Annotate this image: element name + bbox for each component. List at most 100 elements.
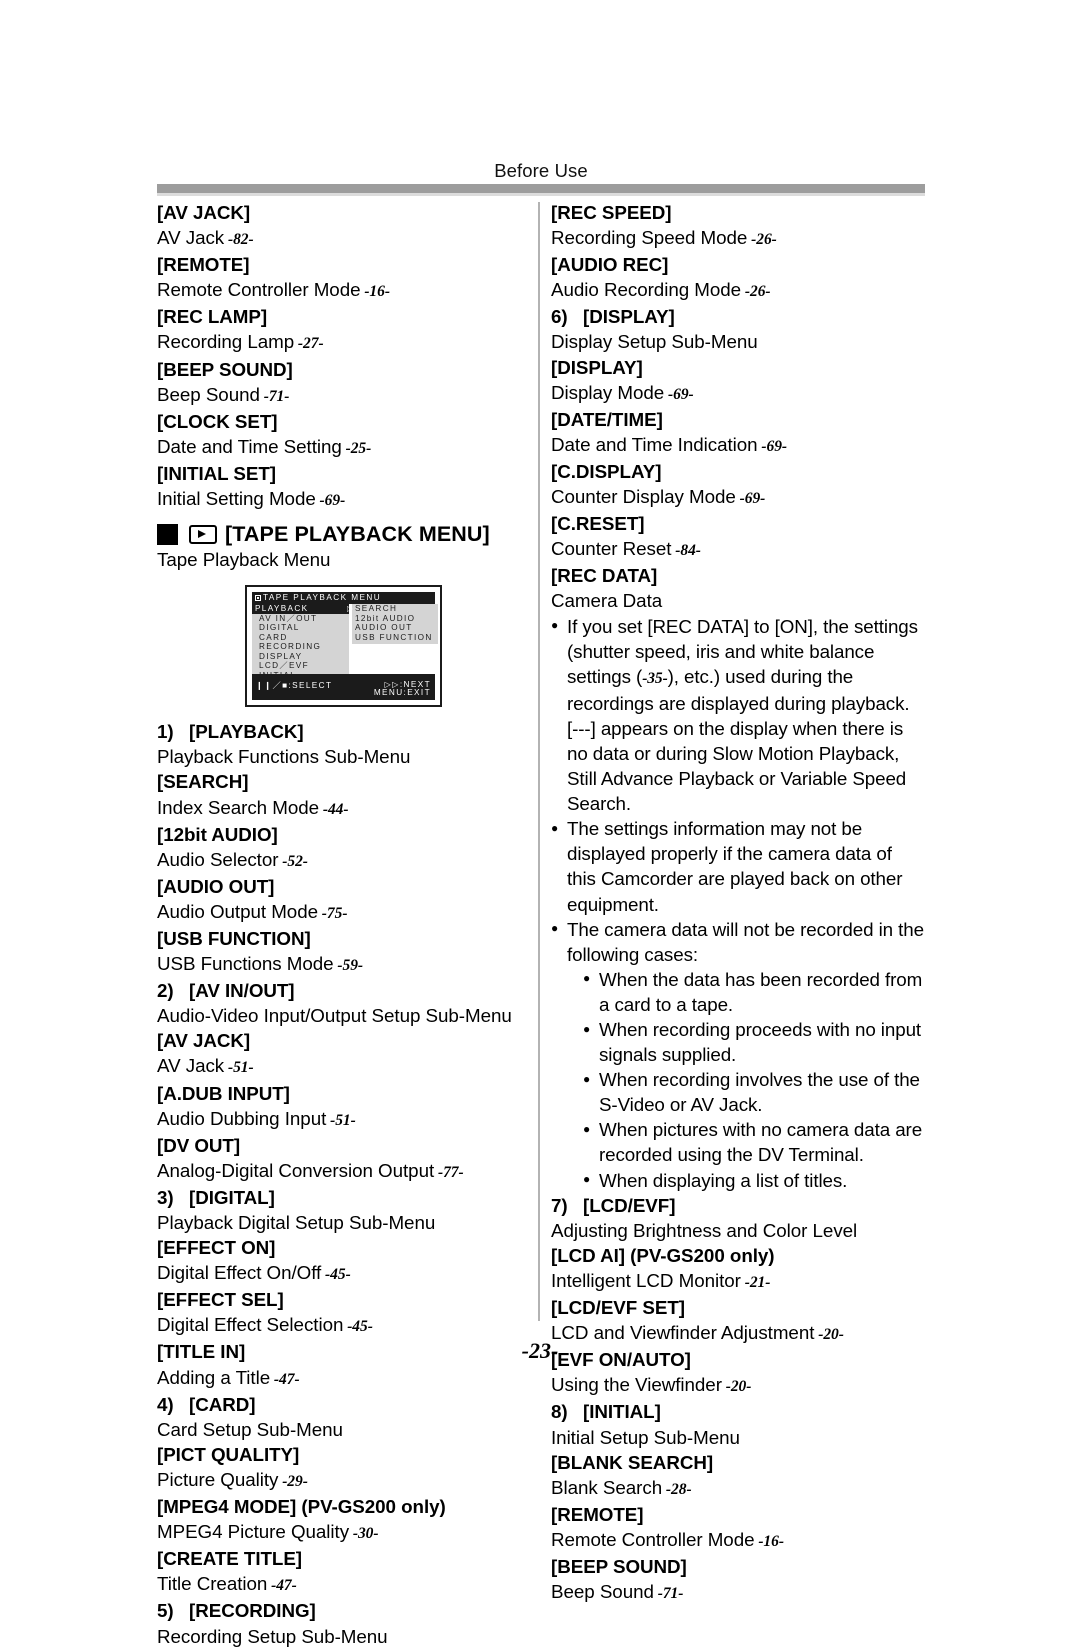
- menu-description-text: Digital Effect On/Off: [157, 1262, 322, 1284]
- menu-description: Playback Digital Setup Sub-Menu: [157, 1210, 529, 1235]
- menu-term-label: [A.DUB INPUT]: [157, 1082, 290, 1104]
- menu-description: Beep Sound -71-: [551, 1579, 925, 1606]
- menu-term-label: [INITIAL]: [583, 1401, 661, 1423]
- menu-term-label: [EFFECT SEL]: [157, 1289, 284, 1311]
- menu-description-text: Audio Selector: [157, 848, 279, 870]
- menu-left-item[interactable]: CARD: [252, 633, 349, 643]
- menu-term: [EFFECT ON]: [157, 1235, 529, 1260]
- menu-description: Audio Output Mode -75-: [157, 899, 529, 926]
- note-sub-bullet: When the data has been recorded from a c…: [583, 966, 925, 1017]
- menu-left-item[interactable]: DIGITAL: [252, 623, 349, 633]
- section-title: [TAPE PLAYBACK MENU]: [225, 522, 490, 547]
- menu-term-number: 1): [157, 721, 174, 743]
- page-reference: -69-: [757, 437, 788, 455]
- menu-term-label: [AV JACK]: [157, 202, 251, 223]
- camcorder-menu-screenshot: TAPE PLAYBACK MENU PLAYBACK AV IN／OUT DIGI…: [245, 585, 442, 708]
- note-sub-bullet: When pictures with no camera data are re…: [583, 1117, 925, 1167]
- menu-description-text: MPEG4 Picture Quality: [157, 1521, 350, 1543]
- menu-term-number: 8): [551, 1401, 568, 1423]
- menu-title-bar: TAPE PLAYBACK MENU: [252, 592, 435, 605]
- menu-left-item[interactable]: RECORDING: [252, 642, 349, 652]
- note-sub-bullet: When displaying a list of titles.: [583, 1167, 925, 1193]
- menu-description-text: Beep Sound: [551, 1581, 654, 1603]
- page-reference: -16-: [360, 283, 390, 301]
- page-reference: -69-: [315, 492, 346, 510]
- menu-term-number: 6): [551, 306, 568, 328]
- menu-term-label: [DISPLAY]: [551, 356, 643, 378]
- menu-description-text: Audio Output Mode: [157, 900, 318, 922]
- menu-term-label: [MPEG4 MODE] (PV-GS200 only): [157, 1496, 446, 1518]
- page-reference: -71-: [259, 387, 290, 405]
- menu-term: [C.RESET]: [551, 511, 925, 536]
- menu-term: 1) [PLAYBACK]: [157, 719, 529, 744]
- menu-description-text: Date and Time Setting: [157, 435, 342, 457]
- page-reference: -28-: [662, 1480, 692, 1498]
- menu-term-number: 2): [157, 980, 174, 1002]
- manual-page: Before Use [AV JACK] AV Jack -82- [REMOTE]…: [0, 0, 1080, 1647]
- menu-description: MPEG4 Picture Quality -30-: [157, 1519, 529, 1546]
- menu-term: 3) [DIGITAL]: [157, 1185, 529, 1210]
- note-bullet: The settings information may not be disp…: [551, 816, 925, 916]
- page-reference: -75-: [317, 904, 348, 922]
- right-entry-list-bottom: 7) [LCD/EVF] Adjusting Brightness and Colo…: [551, 1193, 925, 1607]
- menu-description: Digital Effect On/Off -45-: [157, 1260, 529, 1287]
- menu-term: 6) [DISPLAY]: [551, 304, 925, 329]
- menu-left-item[interactable]: LCD／EVF: [252, 661, 349, 671]
- page-reference: -45-: [321, 1266, 351, 1284]
- page-reference: -84-: [671, 542, 701, 560]
- menu-term: [REC SPEED]: [551, 200, 925, 225]
- menu-term-label: [LCD/EVF]: [583, 1194, 676, 1216]
- menu-description: AV Jack -51-: [157, 1053, 529, 1080]
- note-text: ), etc.) used during the recordings are …: [567, 665, 910, 815]
- menu-right-item[interactable]: SEARCH: [352, 604, 438, 614]
- menu-footer-bar: ❙❙／■:SELECT ▷▷:NEXT MENU:EXIT: [252, 674, 435, 701]
- menu-term: [C.DISPLAY]: [551, 459, 925, 484]
- page-number: -23-: [521, 1338, 559, 1363]
- page-reference: -20-: [721, 1378, 752, 1396]
- menu-description-text: Using the Viewfinder: [551, 1374, 722, 1396]
- menu-right-item[interactable]: AUDIO OUT: [352, 623, 438, 633]
- page-reference: -69-: [735, 490, 766, 508]
- menu-description-text: Remote Controller Mode: [157, 279, 361, 301]
- menu-term-number: 7): [551, 1194, 568, 1216]
- menu-description: Date and Time Setting -25-: [157, 434, 529, 461]
- menu-right-item[interactable]: 12bit AUDIO: [352, 614, 438, 624]
- menu-right-item[interactable]: USB FUNCTION: [352, 633, 438, 643]
- menu-description: Playback Functions Sub-Menu: [157, 744, 529, 769]
- menu-left-item[interactable]: DISPLAY: [252, 652, 349, 662]
- tape-mode-icon: [255, 595, 261, 602]
- menu-term-label: [REMOTE]: [157, 254, 250, 276]
- menu-description-text: Beep Sound: [157, 383, 260, 405]
- note-text: The settings information may not be disp…: [567, 818, 903, 915]
- menu-term-label: [REC SPEED]: [551, 202, 672, 223]
- page-reference: -29-: [278, 1472, 308, 1490]
- menu-term-label: [DV OUT]: [157, 1134, 241, 1156]
- page-reference: -16-: [754, 1532, 784, 1550]
- page-reference: -26-: [741, 283, 771, 301]
- menu-term: [LCD/EVF SET]: [551, 1295, 925, 1320]
- menu-term-label: [USB FUNCTION]: [157, 927, 311, 949]
- menu-description-text: Recording Setup Sub-Menu: [157, 1625, 388, 1647]
- menu-term: 5) [RECORDING]: [157, 1598, 529, 1623]
- menu-description-text: Display Mode: [551, 381, 665, 403]
- tape-playback-menu-heading: [TAPE PLAYBACK MENU]: [157, 522, 529, 547]
- menu-left-item[interactable]: AV IN／OUT: [252, 614, 349, 624]
- menu-description: Digital Effect Selection -45-: [157, 1312, 529, 1339]
- menu-term-label: [REMOTE]: [551, 1503, 644, 1525]
- running-head: Before Use: [494, 160, 588, 181]
- menu-term: 4) [CARD]: [157, 1392, 529, 1417]
- page-reference: -69-: [664, 385, 694, 403]
- menu-description: Audio Dubbing Input -51-: [157, 1106, 529, 1133]
- menu-description-text: Display Setup Sub-Menu: [551, 331, 758, 353]
- menu-term-label: [CARD]: [189, 1393, 256, 1415]
- menu-description-text: Analog-Digital Conversion Output: [157, 1159, 435, 1181]
- menu-term-label: [AV IN/OUT]: [189, 980, 295, 1002]
- menu-term: [USB FUNCTION]: [157, 926, 529, 951]
- menu-description-text: Card Setup Sub-Menu: [157, 1418, 343, 1440]
- menu-description: Remote Controller Mode -16-: [551, 1527, 925, 1554]
- menu-footer-select: ❙❙／■:SELECT: [256, 681, 333, 691]
- page-reference: -45-: [343, 1318, 373, 1336]
- note-bullet: If you set [REC DATA] to [ON], the setti…: [551, 613, 925, 817]
- menu-left-item[interactable]: PLAYBACK: [252, 604, 349, 614]
- menu-description-text: Recording Speed Mode: [551, 227, 748, 249]
